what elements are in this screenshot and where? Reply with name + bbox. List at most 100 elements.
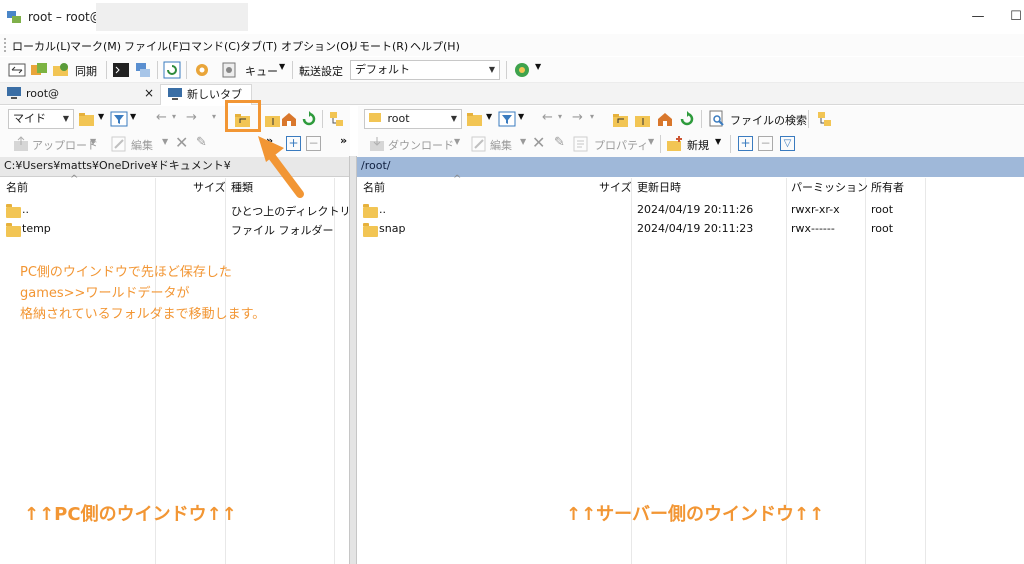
putty-icon[interactable]	[134, 61, 152, 79]
column-header-name[interactable]: 名前	[363, 178, 385, 198]
menu-file[interactable]: ファイル(F)	[124, 38, 183, 54]
new-item-icon[interactable]	[666, 135, 684, 153]
menu-local[interactable]: ローカル(L)	[12, 38, 71, 54]
home-icon[interactable]	[656, 110, 674, 128]
toolbar-separator	[730, 135, 731, 153]
globe-dropdown-arrow-icon[interactable]: ▼	[535, 62, 541, 71]
local-location-select[interactable]: マイド ▼	[8, 109, 74, 129]
file-name[interactable]: snap	[379, 222, 405, 235]
close-icon[interactable]: ×	[144, 84, 154, 103]
edit-label[interactable]: 編集	[490, 137, 512, 153]
maximize-button[interactable]: ☐	[996, 6, 1024, 28]
chevron-down-icon[interactable]: ▾	[558, 112, 562, 121]
root-directory-icon[interactable]	[634, 111, 652, 129]
column-header-name[interactable]: 名前	[6, 178, 28, 198]
sync-label[interactable]: 同期	[75, 63, 97, 79]
chevron-down-icon[interactable]: ▼	[130, 112, 136, 121]
chevron-down-icon[interactable]: ▼	[648, 137, 654, 146]
open-folder-icon[interactable]	[466, 110, 484, 128]
synchronize-browsing-icon[interactable]	[30, 61, 48, 79]
chevron-down-icon[interactable]: ▼	[90, 137, 96, 146]
chevron-down-icon[interactable]: ▼	[486, 112, 492, 121]
chevron-down-icon[interactable]: ▼	[98, 112, 104, 121]
overflow-chevron-icon[interactable]: »	[340, 134, 347, 147]
tab-root-session[interactable]: root@ ×	[0, 84, 160, 105]
folder-icon	[6, 223, 21, 237]
forward-arrow-icon[interactable]: →	[186, 110, 197, 125]
chevron-down-icon[interactable]: ▾	[172, 112, 176, 121]
redacted-hostname	[96, 3, 248, 31]
file-name[interactable]: ..	[379, 203, 386, 216]
file-name[interactable]: temp	[22, 222, 51, 235]
column-header-size[interactable]: サイズ	[193, 178, 226, 198]
synchronize-icon[interactable]	[52, 61, 70, 79]
refresh-session-icon[interactable]	[163, 61, 181, 79]
local-nav-toolbar: マイド ▼ ▼ ▼ ← ▾ → ▾	[0, 106, 350, 132]
download-label[interactable]: ダウンロード	[388, 137, 454, 153]
upload-label[interactable]: アップロード	[32, 137, 98, 153]
menu-help[interactable]: ヘルプ(H)	[410, 38, 460, 54]
toolbar-separator	[186, 61, 187, 79]
rename-icon[interactable]: ✎	[196, 135, 207, 150]
filter-select-icon[interactable]: ▽	[780, 136, 795, 151]
toolbar-separator	[808, 110, 809, 128]
column-header-permissions[interactable]: パーミッション	[791, 178, 868, 198]
download-icon[interactable]	[368, 135, 386, 153]
back-arrow-icon[interactable]: ←	[542, 110, 553, 125]
menu-remote[interactable]: リモート(R)	[348, 38, 408, 54]
forward-arrow-icon[interactable]: →	[572, 110, 583, 125]
queue-label[interactable]: キュー	[245, 63, 278, 79]
globe-icon[interactable]	[513, 61, 531, 79]
properties-label[interactable]: プロパティ	[594, 137, 648, 153]
chevron-down-icon[interactable]: ▼	[454, 137, 460, 146]
chevron-down-icon[interactable]: ▼	[715, 137, 721, 146]
chevron-down-icon[interactable]: ▼	[162, 137, 168, 146]
edit-label[interactable]: 編集	[131, 137, 153, 153]
upload-icon[interactable]	[12, 135, 30, 153]
properties-icon[interactable]	[572, 135, 590, 153]
parent-directory-icon[interactable]	[612, 111, 630, 129]
find-files-icon[interactable]	[708, 110, 726, 128]
deselect-files-icon[interactable]: −	[758, 136, 773, 151]
refresh-icon[interactable]	[300, 110, 318, 128]
menu-mark[interactable]: マーク(M)	[70, 38, 121, 54]
rename-icon[interactable]: ✎	[554, 135, 565, 150]
edit-icon[interactable]	[110, 135, 128, 153]
column-header-size[interactable]: サイズ	[599, 178, 632, 198]
console-icon[interactable]	[112, 61, 130, 79]
remote-location-select[interactable]: root ▼	[364, 109, 462, 129]
delete-icon[interactable]: ✕	[175, 133, 188, 152]
open-folder-icon[interactable]	[78, 110, 96, 128]
back-arrow-icon[interactable]: ←	[156, 110, 167, 125]
chevron-down-icon[interactable]: ▾	[590, 112, 594, 121]
column-header-modified[interactable]: 更新日時	[637, 178, 681, 198]
refresh-icon[interactable]	[678, 110, 696, 128]
transfer-preset-select[interactable]: デフォルト ▼	[350, 60, 500, 80]
chevron-down-icon[interactable]: ▼	[520, 137, 526, 146]
delete-icon[interactable]: ✕	[532, 133, 545, 152]
filter-icon[interactable]	[110, 110, 128, 128]
transfer-settings-label: 転送設定	[299, 65, 343, 78]
column-header-owner[interactable]: 所有者	[871, 178, 904, 198]
menu-options[interactable]: オプション(O)	[281, 38, 353, 54]
menu-tab[interactable]: タブ(T)	[240, 38, 277, 54]
edit-icon[interactable]	[470, 135, 488, 153]
chevron-down-icon[interactable]: ▾	[212, 112, 216, 121]
chevron-down-icon[interactable]: ▼	[518, 112, 524, 121]
pane-splitter[interactable]	[349, 156, 357, 564]
gear-icon[interactable]	[193, 61, 211, 79]
new-label[interactable]: 新規	[687, 137, 709, 153]
select-files-icon[interactable]: +	[738, 136, 753, 151]
tree-view-icon[interactable]	[328, 110, 346, 128]
home-icon[interactable]	[280, 110, 298, 128]
compare-directories-icon[interactable]	[8, 61, 26, 79]
queue-icon[interactable]	[220, 61, 238, 79]
filter-icon[interactable]	[498, 110, 516, 128]
menu-command[interactable]: コマンド(C)	[180, 38, 240, 54]
queue-dropdown-arrow-icon[interactable]: ▼	[279, 62, 285, 71]
file-name[interactable]: ..	[22, 203, 29, 216]
find-files-label[interactable]: ファイルの検索	[730, 112, 807, 128]
tree-view-icon[interactable]	[816, 110, 834, 128]
local-location-value: マイド	[13, 112, 46, 125]
minimize-button[interactable]: —	[958, 6, 998, 28]
